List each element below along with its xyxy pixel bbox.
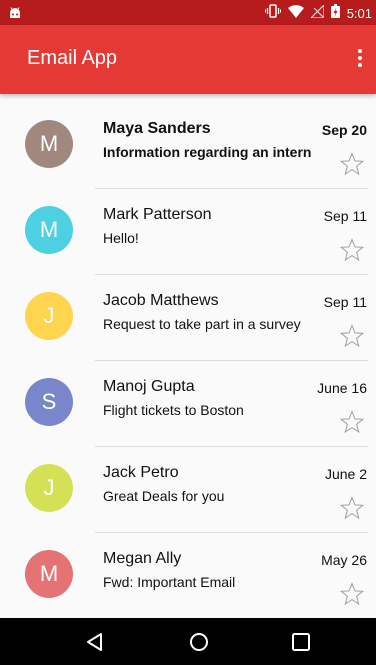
- email-subject: Request to take part in a survey: [103, 316, 301, 332]
- email-list-item[interactable]: M Maya Sanders Information regarding an in…: [0, 103, 376, 189]
- status-bar: 5:01: [0, 0, 376, 25]
- vibrate-icon: [264, 4, 281, 23]
- sender-name: Mark Patterson: [103, 206, 212, 223]
- navigation-bar: [0, 618, 376, 665]
- email-list-item[interactable]: J Jacob Matthews Request to take part in a…: [0, 275, 376, 361]
- avatar: J: [25, 464, 73, 512]
- sender-name: Jack Petro: [103, 464, 179, 481]
- email-subject: Great Deals for you: [103, 488, 225, 504]
- avatar: M: [25, 120, 73, 168]
- email-list-item[interactable]: M Mark Patterson Hello! Sep 11: [0, 189, 376, 275]
- email-date: Sep 20: [321, 122, 367, 138]
- star-icon[interactable]: [339, 496, 365, 520]
- star-icon[interactable]: [339, 324, 365, 348]
- sender-name: Manoj Gupta: [103, 378, 195, 395]
- email-list: M Maya Sanders Information regarding an in…: [0, 103, 376, 619]
- email-subject: Information regarding an intern: [103, 144, 312, 160]
- battery-icon: [330, 4, 340, 23]
- home-icon[interactable]: [186, 629, 212, 655]
- more-vert-icon[interactable]: [354, 49, 366, 71]
- email-date: May 26: [321, 552, 367, 568]
- no-signal-icon: [309, 3, 325, 23]
- star-icon[interactable]: [339, 152, 365, 176]
- email-date: June 16: [317, 380, 367, 396]
- app-bar: Email App: [0, 25, 376, 94]
- avatar: S: [25, 378, 73, 426]
- email-subject: Hello!: [103, 230, 139, 246]
- sender-name: Megan Ally: [103, 550, 182, 567]
- avatar: J: [25, 292, 73, 340]
- star-icon[interactable]: [339, 410, 365, 434]
- email-date: Sep 11: [323, 208, 367, 224]
- sender-name: Jacob Matthews: [103, 292, 219, 309]
- star-icon[interactable]: [339, 582, 365, 606]
- avatar: M: [25, 206, 73, 254]
- email-subject: Fwd: Important Email: [103, 574, 236, 590]
- avatar: M: [25, 550, 73, 598]
- android-icon: [9, 6, 21, 24]
- sender-name: Maya Sanders: [103, 120, 211, 137]
- wifi-icon: [287, 4, 304, 23]
- email-subject: Flight tickets to Boston: [103, 402, 244, 418]
- email-date: June 2: [324, 466, 367, 482]
- app-title: Email App: [27, 47, 118, 69]
- recents-icon[interactable]: [288, 629, 314, 655]
- email-list-item[interactable]: J Jack Petro Great Deals for you June 2: [0, 447, 376, 533]
- back-icon[interactable]: [82, 629, 108, 655]
- email-date: Sep 11: [323, 294, 367, 310]
- star-icon[interactable]: [339, 238, 365, 262]
- status-time: 5:01: [346, 5, 372, 21]
- email-list-item[interactable]: M Megan Ally Fwd: Important Email May 26: [0, 533, 376, 619]
- email-list-item[interactable]: S Manoj Gupta Flight tickets to Boston June…: [0, 361, 376, 447]
